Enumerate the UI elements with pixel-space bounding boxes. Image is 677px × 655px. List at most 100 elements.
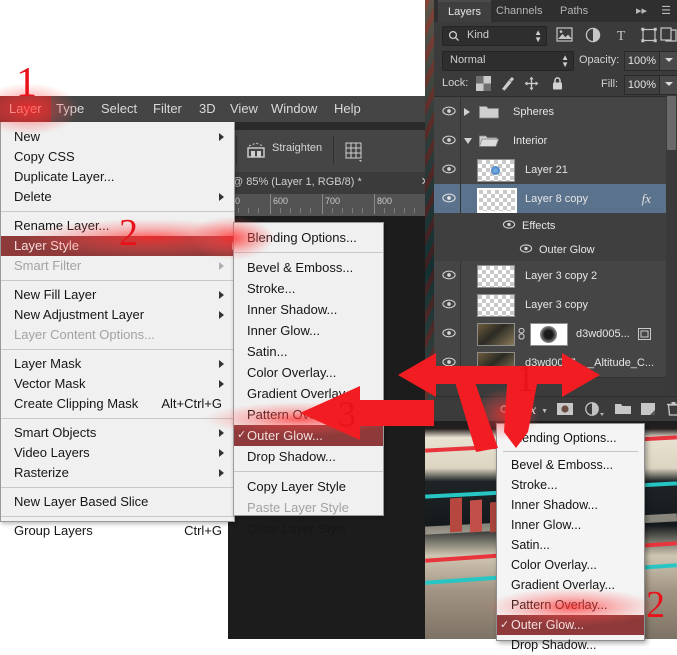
menuitem-create-clipping-mask[interactable]: Create Clipping Mask Alt+Ctrl+G	[1, 394, 234, 414]
menuitem-rename-layer[interactable]: Rename Layer...	[1, 216, 234, 236]
submenu-blending-options[interactable]: Blending Options...	[234, 227, 383, 248]
layers-panel[interactable]: Layers Channels Paths ▸▸ ☰ Kind ▲ ▼ T No…	[434, 0, 677, 421]
lock-image-icon[interactable]	[500, 76, 516, 92]
visibility-eye-icon[interactable]	[442, 192, 456, 204]
new-group-icon[interactable]	[614, 401, 632, 417]
fxmenu-stroke[interactable]: Stroke...	[497, 475, 644, 495]
opacity-dropdown-button[interactable]	[659, 51, 677, 71]
fx-icon[interactable]: fx ▼	[526, 401, 548, 418]
expand-panels-icon[interactable]: ▸▸	[636, 4, 647, 17]
grid-overlay-icon[interactable]	[343, 140, 365, 162]
submenu-stroke[interactable]: Stroke...	[234, 278, 383, 299]
menuitem-copy-css[interactable]: Copy CSS	[1, 147, 234, 167]
menuitem-new-fill-layer[interactable]: New Fill Layer	[1, 285, 234, 305]
layer-thumbnail[interactable]	[477, 188, 517, 213]
smartobject-filter-icon[interactable]	[660, 27, 677, 43]
lock-position-icon[interactable]	[524, 76, 540, 92]
blend-mode-select[interactable]: Normal ▲ ▼	[442, 51, 574, 71]
menu-3d[interactable]: 3D	[190, 96, 225, 122]
layer-thumbnail[interactable]	[477, 352, 515, 375]
submenu-pattern-overlay[interactable]: Pattern Overlay...	[234, 404, 383, 425]
visibility-eye-icon[interactable]	[442, 356, 456, 368]
layer-thumbnail[interactable]	[477, 159, 515, 182]
menuitem-duplicate-layer[interactable]: Duplicate Layer...	[1, 167, 234, 187]
link-mask-icon[interactable]	[517, 328, 526, 340]
tab-paths[interactable]: Paths	[550, 0, 598, 22]
submenu-color-overlay[interactable]: Color Overlay...	[234, 362, 383, 383]
tab-layers[interactable]: Layers	[438, 0, 492, 24]
menuitem-delete[interactable]: Delete	[1, 187, 234, 207]
menu-help[interactable]: Help	[325, 96, 370, 122]
filter-kind-select[interactable]: Kind ▲ ▼	[442, 26, 547, 46]
layer-menu-dropdown[interactable]: New Copy CSS Duplicate Layer... Delete R…	[0, 122, 247, 538]
fill-dropdown-button[interactable]	[659, 75, 677, 95]
submenu-bevel-emboss[interactable]: Bevel & Emboss...	[234, 257, 383, 278]
layer-row-layer-3-copy-2[interactable]: Layer 3 copy 2	[434, 261, 677, 291]
menuitem-group-layers[interactable]: Group Layers Ctrl+G	[1, 521, 234, 541]
layer-row-spheres[interactable]: Spheres	[434, 97, 677, 127]
submenu-gradient-overlay[interactable]: Gradient Overlay...	[234, 383, 383, 404]
fxmenu-inner-glow[interactable]: Inner Glow...	[497, 515, 644, 535]
layer-row-d3wd0057-altitude[interactable]: d3wd0057___Altitude_C...	[434, 348, 677, 378]
fill-value[interactable]: 100%	[624, 75, 660, 95]
type-filter-icon[interactable]: T	[612, 27, 630, 44]
menuitem-video-layers[interactable]: Video Layers	[1, 443, 234, 463]
fxmenu-color-overlay[interactable]: Color Overlay...	[497, 555, 644, 575]
fxmenu-drop-shadow[interactable]: Drop Shadow...	[497, 635, 644, 655]
fxmenu-pattern-overlay[interactable]: Pattern Overlay...	[497, 595, 644, 615]
menuitem-new[interactable]: New	[1, 127, 234, 147]
adjustment-filter-icon[interactable]	[584, 27, 602, 43]
lock-transparent-icon[interactable]	[476, 76, 492, 92]
lock-all-icon[interactable]	[550, 76, 566, 92]
layer-thumbnail[interactable]	[477, 294, 515, 317]
layer-row-d3wd005[interactable]: d3wd005...	[434, 319, 677, 349]
menu-select[interactable]: Select	[92, 96, 146, 122]
layer-row-layer-8-copy[interactable]: Layer 8 copy fx	[434, 184, 677, 214]
layer-style-submenu[interactable]: Blending Options... Bevel & Emboss... St…	[233, 222, 384, 536]
visibility-eye-icon[interactable]	[442, 134, 456, 146]
submenu-clear-layer-style[interactable]: Clear Layer Style	[234, 518, 383, 539]
layer-thumbnail[interactable]	[477, 323, 515, 346]
layer-thumbnail[interactable]	[477, 265, 515, 288]
fxmenu-inner-shadow[interactable]: Inner Shadow...	[497, 495, 644, 515]
layer-row-interior[interactable]: Interior	[434, 126, 677, 156]
adjustment-layer-icon[interactable]	[584, 401, 604, 417]
opacity-value[interactable]: 100%	[624, 51, 660, 71]
tab-channels[interactable]: Channels	[486, 0, 552, 22]
visibility-eye-icon[interactable]	[502, 219, 516, 230]
new-layer-icon[interactable]	[640, 401, 656, 417]
kind-stepper-icon[interactable]: ▲ ▼	[534, 29, 542, 44]
menu-filter[interactable]: Filter	[144, 96, 191, 122]
submenu-outer-glow[interactable]: ✓ Outer Glow...	[234, 425, 383, 446]
layer-row-outer-glow[interactable]: Outer Glow	[434, 237, 677, 262]
layer-row-effects[interactable]: Effects	[434, 213, 677, 238]
menuitem-new-layer-based-slice[interactable]: New Layer Based Slice	[1, 492, 234, 512]
menu-window[interactable]: Window	[262, 96, 326, 122]
straighten-icon[interactable]	[246, 141, 266, 161]
fx-context-menu[interactable]: Blending Options... Bevel & Emboss... St…	[496, 423, 645, 652]
submenu-copy-layer-style[interactable]: Copy Layer Style	[234, 476, 383, 497]
layers-scrollbar-thumb[interactable]	[667, 96, 676, 150]
visibility-eye-icon[interactable]	[442, 298, 456, 310]
layer-mask-thumbnail[interactable]	[530, 323, 568, 346]
panel-menu-icon[interactable]: ☰	[661, 4, 671, 17]
blend-stepper-icon[interactable]: ▲ ▼	[561, 54, 569, 69]
menuitem-rasterize[interactable]: Rasterize	[1, 463, 234, 483]
layer-row-layer-3-copy[interactable]: Layer 3 copy	[434, 290, 677, 320]
shape-filter-icon[interactable]	[640, 27, 658, 43]
fxmenu-blending-options[interactable]: Blending Options...	[497, 428, 644, 448]
menuitem-new-adjustment-layer[interactable]: New Adjustment Layer	[1, 305, 234, 325]
link-layers-icon[interactable]	[500, 401, 518, 417]
visibility-eye-icon[interactable]	[442, 269, 456, 281]
submenu-satin[interactable]: Satin...	[234, 341, 383, 362]
visibility-eye-icon[interactable]	[519, 243, 533, 254]
add-mask-icon[interactable]	[556, 401, 574, 417]
menu-view[interactable]: View	[221, 96, 267, 122]
group-collapsed-triangle-icon[interactable]	[464, 108, 470, 116]
delete-layer-icon[interactable]	[666, 401, 677, 417]
image-filter-icon[interactable]	[556, 27, 574, 43]
document-tab[interactable]: @ 85% (Layer 1, RGB/8) * ✕	[228, 172, 434, 195]
visibility-eye-icon[interactable]	[442, 105, 456, 117]
submenu-drop-shadow[interactable]: Drop Shadow...	[234, 446, 383, 467]
visibility-eye-icon[interactable]	[442, 163, 456, 175]
